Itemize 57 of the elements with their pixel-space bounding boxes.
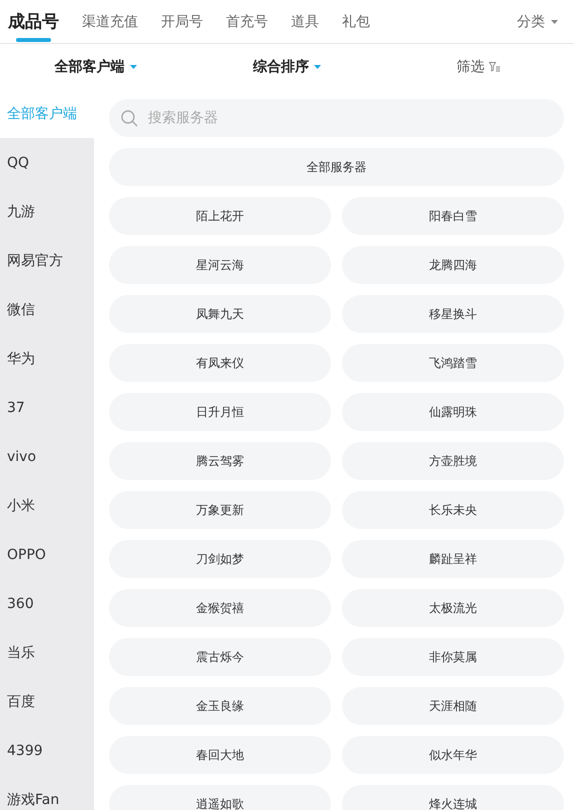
search-icon [121, 110, 138, 127]
server-option[interactable]: 春回大地 [109, 736, 331, 774]
sidebar-item[interactable]: 网易官方 [0, 236, 94, 285]
tab[interactable]: 首充号 [226, 0, 268, 43]
server-option[interactable]: 星河云海 [109, 246, 331, 284]
sort-dropdown[interactable]: 全部客户端 [48, 56, 143, 76]
sidebar-item[interactable]: vivo [0, 432, 94, 481]
server-option[interactable]: 全部服务器 [109, 148, 564, 186]
server-option[interactable]: 凤舞九天 [109, 295, 331, 333]
server-option[interactable]: 腾云驾雾 [109, 442, 331, 480]
server-option[interactable]: 似水年华 [342, 736, 564, 774]
server-option[interactable]: 阳春白雪 [342, 197, 564, 235]
server-option[interactable]: 金玉良缘 [109, 687, 331, 725]
server-option[interactable]: 方壶胜境 [342, 442, 564, 480]
sidebar-item[interactable]: OPPO [0, 530, 94, 579]
sidebar-item[interactable]: 九游 [0, 187, 94, 236]
server-option[interactable]: 金猴贺禧 [109, 589, 331, 627]
server-option[interactable]: 有凤来仪 [109, 344, 331, 382]
server-option[interactable]: 长乐未央 [342, 491, 564, 529]
server-option[interactable]: 移星换斗 [342, 295, 564, 333]
tab[interactable]: 渠道充值 [82, 0, 138, 43]
sidebar-item[interactable]: 百度 [0, 677, 94, 726]
category-dropdown[interactable]: 分类 [517, 0, 566, 43]
tab[interactable]: 礼包 [342, 0, 370, 43]
server-option[interactable]: 飞鸿踏雪 [342, 344, 564, 382]
server-option[interactable]: 天涯相随 [342, 687, 564, 725]
server-option[interactable]: 龙腾四海 [342, 246, 564, 284]
sidebar-item[interactable]: 微信 [0, 285, 94, 334]
filter-button[interactable]: 筛选 [450, 56, 506, 76]
sidebar-item[interactable]: QQ [0, 138, 94, 187]
server-option[interactable]: 太极流光 [342, 589, 564, 627]
sidebar-item[interactable]: 4399 [0, 726, 94, 775]
server-option[interactable]: 仙露明珠 [342, 393, 564, 431]
sidebar-item[interactable]: 游戏Fan [0, 775, 94, 810]
server-option[interactable]: 非你莫属 [342, 638, 564, 676]
filter-icon [489, 62, 500, 72]
server-option[interactable]: 震古烁今 [109, 638, 331, 676]
sort-dropdown[interactable]: 综合排序 [246, 56, 327, 76]
server-option[interactable]: 麟趾呈祥 [342, 540, 564, 578]
sidebar-item[interactable]: 360 [0, 579, 94, 628]
search-field[interactable]: 搜索服务器 [109, 99, 564, 137]
sidebar-item[interactable]: 37 [0, 383, 94, 432]
tab[interactable]: 开局号 [161, 0, 203, 43]
sidebar-item[interactable]: 小米 [0, 481, 94, 530]
server-option[interactable]: 陌上花开 [109, 197, 331, 235]
server-option[interactable]: 日升月恒 [109, 393, 331, 431]
server-option[interactable]: 万象更新 [109, 491, 331, 529]
sidebar-item[interactable]: 华为 [0, 334, 94, 383]
tab[interactable]: 道具 [291, 0, 319, 43]
server-option[interactable]: 逍遥如歌 [109, 785, 331, 810]
server-option[interactable]: 刀剑如梦 [109, 540, 331, 578]
caret-icon [130, 64, 137, 68]
tab[interactable]: 成品号 [8, 0, 59, 43]
server-option[interactable]: 烽火连城 [342, 785, 564, 810]
sidebar-item[interactable]: 当乐 [0, 628, 94, 677]
caret-icon [551, 20, 558, 24]
caret-icon [314, 64, 321, 68]
